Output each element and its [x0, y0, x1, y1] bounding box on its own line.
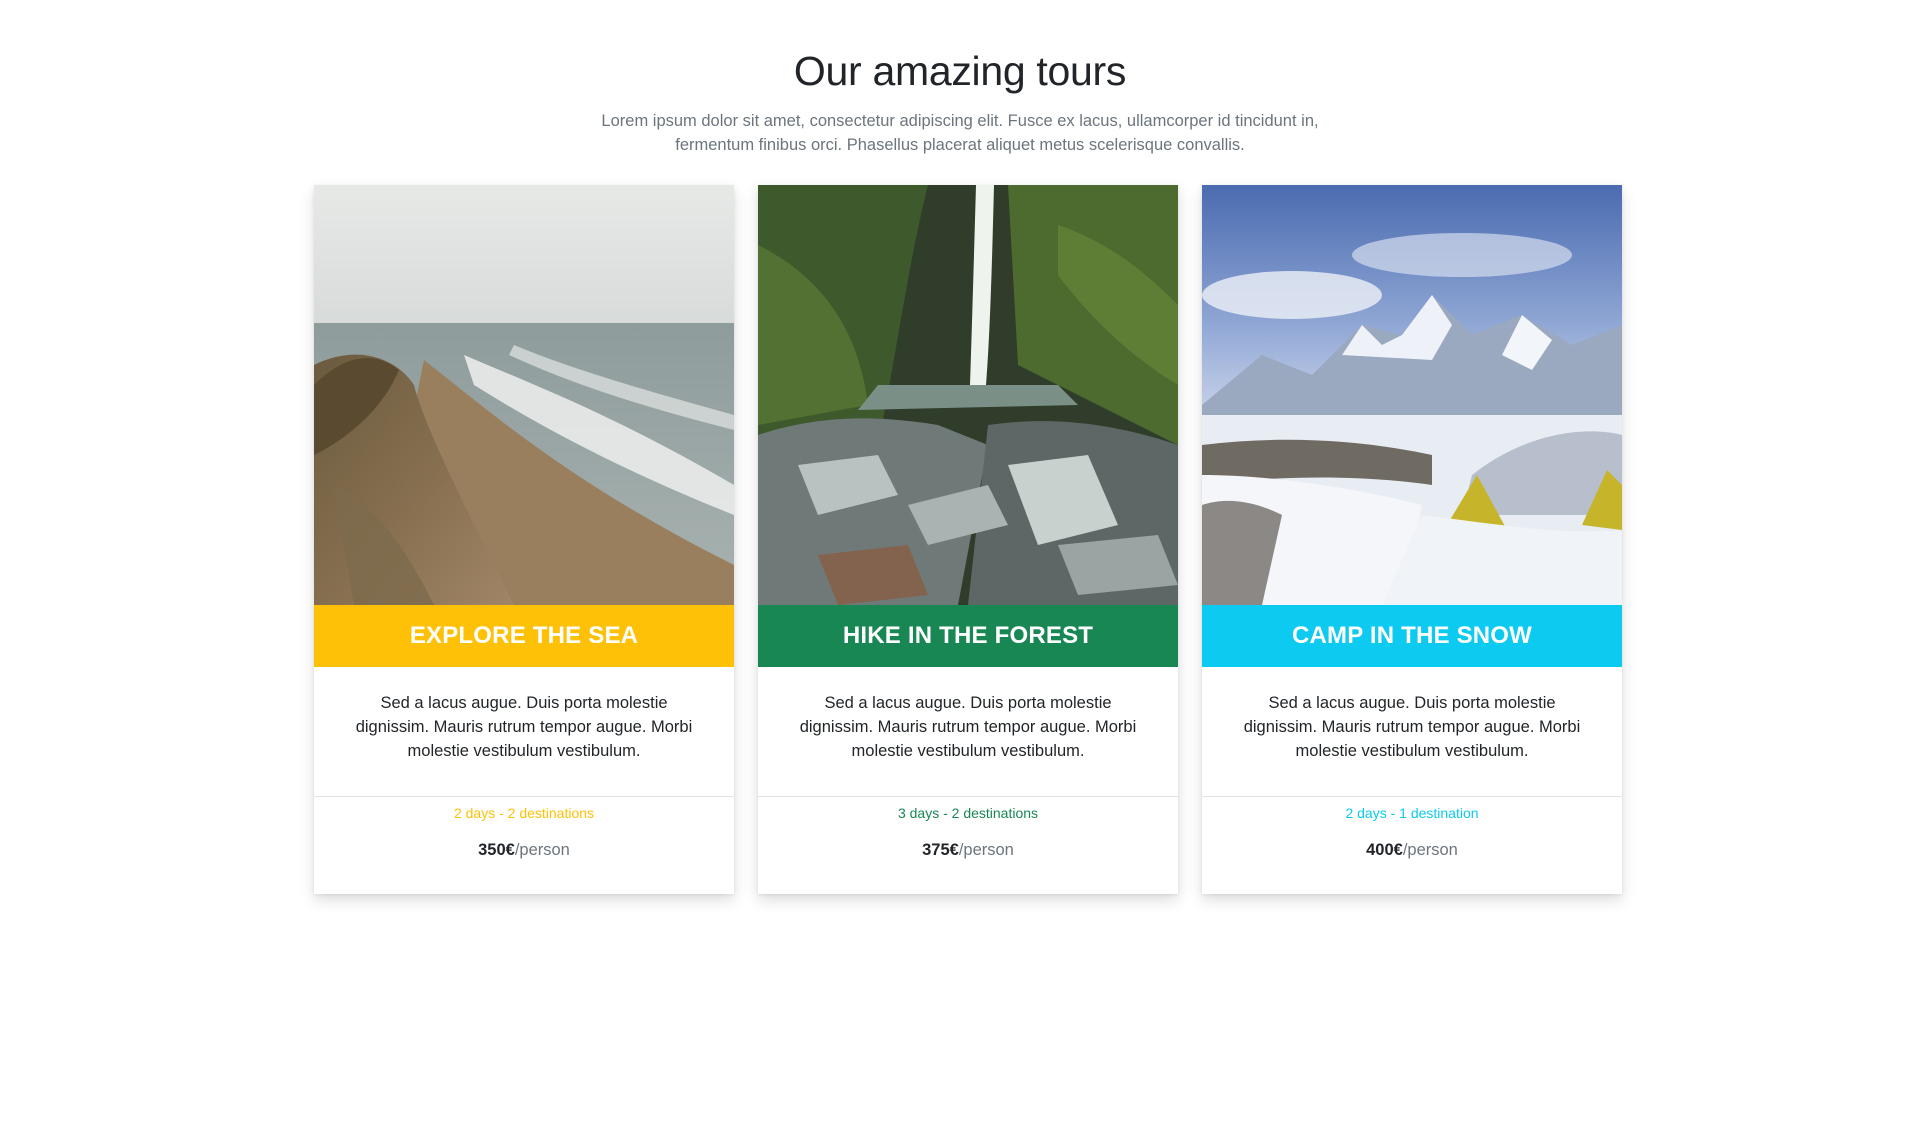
tour-meta: 3 days - 2 destinations: [897, 805, 1039, 821]
tour-footer: 3 days - 2 destinations 375€/person: [758, 803, 1178, 860]
tour-title: CAMP IN THE SNOW: [1202, 605, 1622, 667]
tour-description: Sed a lacus augue. Duis porta molestie d…: [314, 667, 734, 797]
section-header: Our amazing tours Lorem ipsum dolor sit …: [0, 0, 1920, 157]
tour-title: HIKE IN THE FOREST: [758, 605, 1178, 667]
price-amount: 350€: [478, 841, 515, 859]
tour-footer: 2 days - 2 destinations 350€/person: [314, 803, 734, 860]
price-unit: /person: [514, 841, 570, 859]
tours-section: Our amazing tours Lorem ipsum dolor sit …: [0, 0, 1920, 894]
tour-card-forest[interactable]: HIKE IN THE FOREST Sed a lacus augue. Du…: [758, 185, 1178, 894]
tour-description: Sed a lacus augue. Duis porta molestie d…: [1202, 667, 1622, 797]
price-unit: /person: [958, 841, 1014, 859]
tour-card-snow[interactable]: CAMP IN THE SNOW Sed a lacus augue. Duis…: [1202, 185, 1622, 894]
page-subtitle: Lorem ipsum dolor sit amet, consectetur …: [601, 112, 1319, 154]
forest-waterfall-photo: [758, 185, 1178, 605]
tour-meta: 2 days - 1 destination: [1345, 805, 1479, 821]
tour-price: 375€/person: [758, 841, 1178, 860]
price-amount: 375€: [922, 841, 959, 859]
tour-meta: 2 days - 2 destinations: [453, 805, 595, 821]
price-unit: /person: [1402, 841, 1458, 859]
snow-camp-photo: [1202, 185, 1622, 605]
tour-title: EXPLORE THE SEA: [314, 605, 734, 667]
price-amount: 400€: [1366, 841, 1403, 859]
tour-card-sea[interactable]: EXPLORE THE SEA Sed a lacus augue. Duis …: [314, 185, 734, 894]
tour-price: 400€/person: [1202, 841, 1622, 860]
tour-price: 350€/person: [314, 841, 734, 860]
tour-footer: 2 days - 1 destination 400€/person: [1202, 803, 1622, 860]
page-title: Our amazing tours: [793, 48, 1127, 94]
tour-description: Sed a lacus augue. Duis porta molestie d…: [758, 667, 1178, 797]
tour-cards: EXPLORE THE SEA Sed a lacus augue. Duis …: [314, 185, 1622, 894]
sea-cliff-photo: [314, 185, 734, 605]
